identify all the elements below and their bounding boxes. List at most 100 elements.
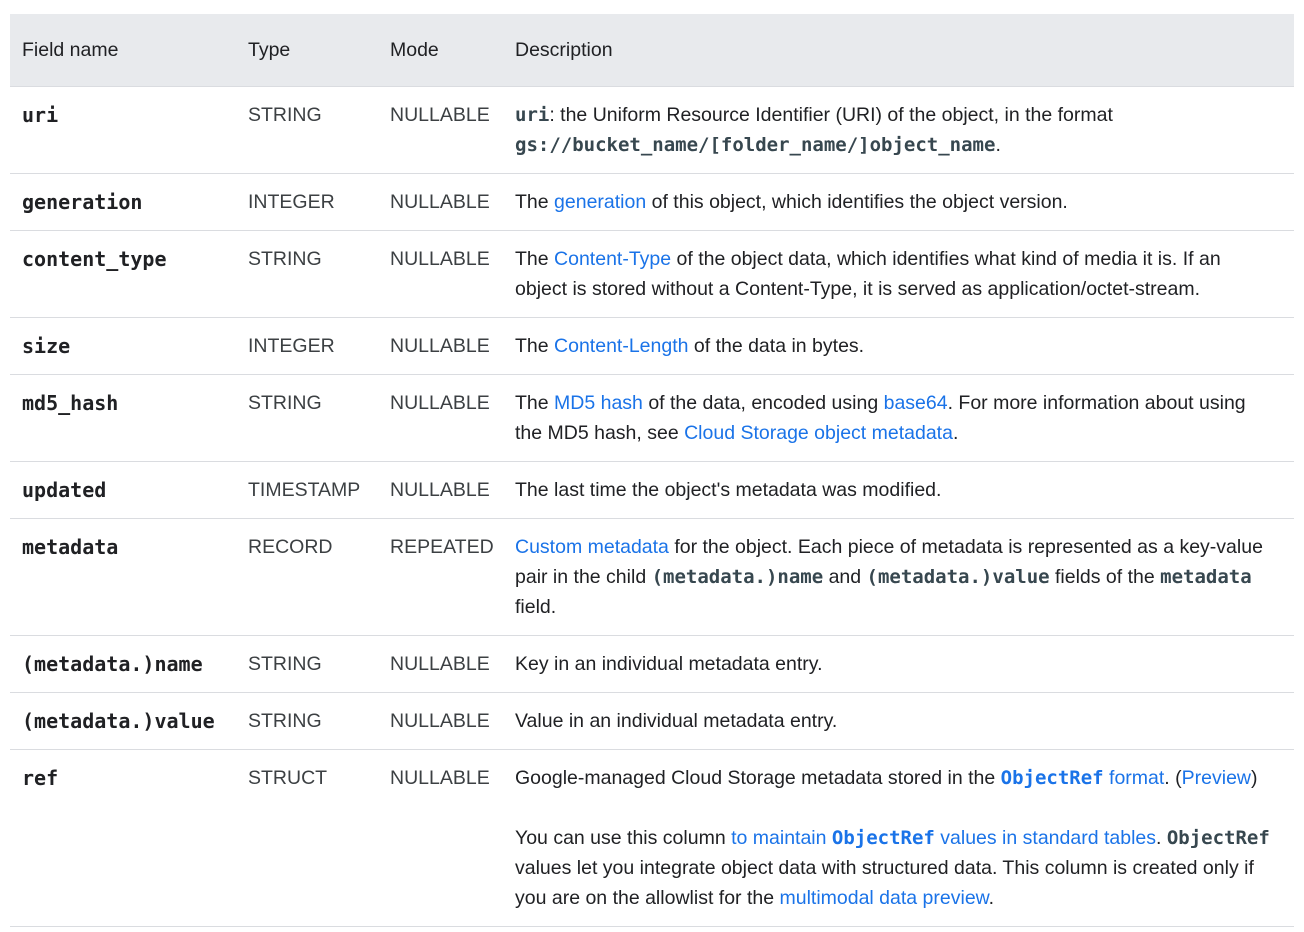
field-name: ref <box>10 749 236 927</box>
description-text: Google-managed Cloud Storage metadata st… <box>515 767 1001 789</box>
field-description: The MD5 hash of the data, encoded using … <box>503 374 1294 462</box>
description-text: The last time the object's metadata was … <box>515 479 942 501</box>
description-text: of this object, which identifies the obj… <box>646 191 1068 213</box>
field-description: Custom metadata for the object. Each pie… <box>503 518 1294 636</box>
field-mode: NULLABLE <box>378 635 503 693</box>
base64-link[interactable]: base64 <box>884 392 948 414</box>
preview-link[interactable]: Preview <box>1182 767 1251 789</box>
description-text: The <box>515 335 555 357</box>
table-row: (metadata.)name STRING NULLABLE Key in a… <box>10 635 1294 693</box>
inline-code: ObjectRef <box>1166 827 1270 849</box>
description-text: : the Uniform Resource Identifier (URI) … <box>549 104 1113 126</box>
field-name: uri <box>10 86 236 174</box>
field-type: STRING <box>236 692 378 750</box>
field-mode: NULLABLE <box>378 173 503 231</box>
description-text: The <box>515 248 555 270</box>
description-text: . <box>995 134 1001 156</box>
header-description: Description <box>503 14 1294 87</box>
header-row: Field name Type Mode Description <box>10 14 1294 87</box>
header-mode: Mode <box>378 14 503 87</box>
maintain-objectref-link[interactable]: to maintain ObjectRef values in standard… <box>731 827 1156 849</box>
inline-code: gs://bucket_name/[folder_name/]object_na… <box>515 134 996 156</box>
description-text: . ( <box>1164 767 1182 789</box>
link-text: format <box>1103 767 1165 789</box>
header-type: Type <box>236 14 378 87</box>
field-name: (metadata.)value <box>10 692 236 750</box>
field-type: STRUCT <box>236 749 378 927</box>
description-text: The <box>515 191 555 213</box>
inline-code: ObjectRef <box>1000 767 1104 789</box>
field-type: STRING <box>236 86 378 174</box>
field-description: Value in an individual metadata entry. <box>503 692 1294 750</box>
description-text: . <box>988 887 995 909</box>
field-type: STRING <box>236 635 378 693</box>
field-name: generation <box>10 173 236 231</box>
multimodal-preview-link[interactable]: multimodal data preview <box>779 887 988 909</box>
field-type: INTEGER <box>236 317 378 375</box>
field-description: The Content-Length of the data in bytes. <box>503 317 1294 375</box>
field-description: The last time the object's metadata was … <box>503 461 1294 519</box>
field-type: STRING <box>236 374 378 462</box>
schema-table-container: Field name Type Mode Description uri STR… <box>10 14 1294 927</box>
description-text: fields of the <box>1049 566 1161 588</box>
field-description: The generation of this object, which ide… <box>503 173 1294 231</box>
field-mode: NULLABLE <box>378 461 503 519</box>
link-text: values in standard tables <box>934 827 1156 849</box>
content-type-link[interactable]: Content-Type <box>554 248 671 270</box>
field-mode: NULLABLE <box>378 692 503 750</box>
description-text: and <box>823 566 867 588</box>
md5-hash-link[interactable]: MD5 hash <box>554 392 643 414</box>
table-row: updated TIMESTAMP NULLABLE The last time… <box>10 461 1294 519</box>
field-type: TIMESTAMP <box>236 461 378 519</box>
field-description: The Content-Type of the object data, whi… <box>503 230 1294 318</box>
table-row: ref STRUCT NULLABLE Google-managed Cloud… <box>10 749 1294 927</box>
table-row: generation INTEGER NULLABLE The generati… <box>10 173 1294 231</box>
field-description: Google-managed Cloud Storage metadata st… <box>503 749 1294 927</box>
field-type: STRING <box>236 230 378 318</box>
inline-code: ObjectRef <box>831 827 935 849</box>
description-text: Key in an individual metadata entry. <box>515 653 823 675</box>
object-metadata-link[interactable]: Cloud Storage object metadata <box>684 422 953 444</box>
inline-code: (metadata.)value <box>866 566 1050 588</box>
description-text: . <box>1156 827 1167 849</box>
description-text: ) <box>1251 767 1258 789</box>
inline-code: metadata <box>1160 566 1252 588</box>
table-row: metadata RECORD REPEATED Custom metadata… <box>10 518 1294 636</box>
field-mode: NULLABLE <box>378 317 503 375</box>
link-text: to maintain <box>731 827 832 849</box>
description-text: of the data in bytes. <box>688 335 865 357</box>
field-mode: NULLABLE <box>378 86 503 174</box>
field-name: md5_hash <box>10 374 236 462</box>
description-text: Value in an individual metadata entry. <box>515 710 838 732</box>
field-type: RECORD <box>236 518 378 636</box>
field-mode: REPEATED <box>378 518 503 636</box>
field-description: uri: the Uniform Resource Identifier (UR… <box>503 86 1294 174</box>
description-text: The <box>515 392 555 414</box>
field-type: INTEGER <box>236 173 378 231</box>
field-mode: NULLABLE <box>378 749 503 927</box>
custom-metadata-link[interactable]: Custom metadata <box>515 536 669 558</box>
field-name: updated <box>10 461 236 519</box>
table-row: md5_hash STRING NULLABLE The MD5 hash of… <box>10 374 1294 462</box>
field-description: Key in an individual metadata entry. <box>503 635 1294 693</box>
description-text: field. <box>515 596 557 618</box>
field-name: content_type <box>10 230 236 318</box>
field-mode: NULLABLE <box>378 230 503 318</box>
table-row: uri STRING NULLABLE uri: the Uniform Res… <box>10 86 1294 174</box>
generation-link[interactable]: generation <box>554 191 646 213</box>
objectref-format-link[interactable]: ObjectRef format <box>1001 767 1165 789</box>
table-row: size INTEGER NULLABLE The Content-Length… <box>10 317 1294 375</box>
field-name: size <box>10 317 236 375</box>
table-row: (metadata.)value STRING NULLABLE Value i… <box>10 692 1294 750</box>
header-field-name: Field name <box>10 14 236 87</box>
description-text: You can use this column <box>515 827 732 849</box>
content-length-link[interactable]: Content-Length <box>554 335 688 357</box>
description-text: of the data, encoded using <box>642 392 884 414</box>
schema-table: Field name Type Mode Description uri STR… <box>10 14 1294 927</box>
field-name: (metadata.)name <box>10 635 236 693</box>
inline-code: (metadata.)name <box>651 566 824 588</box>
field-mode: NULLABLE <box>378 374 503 462</box>
description-text: . <box>952 422 959 444</box>
inline-code: uri <box>515 104 550 126</box>
table-row: content_type STRING NULLABLE The Content… <box>10 230 1294 318</box>
